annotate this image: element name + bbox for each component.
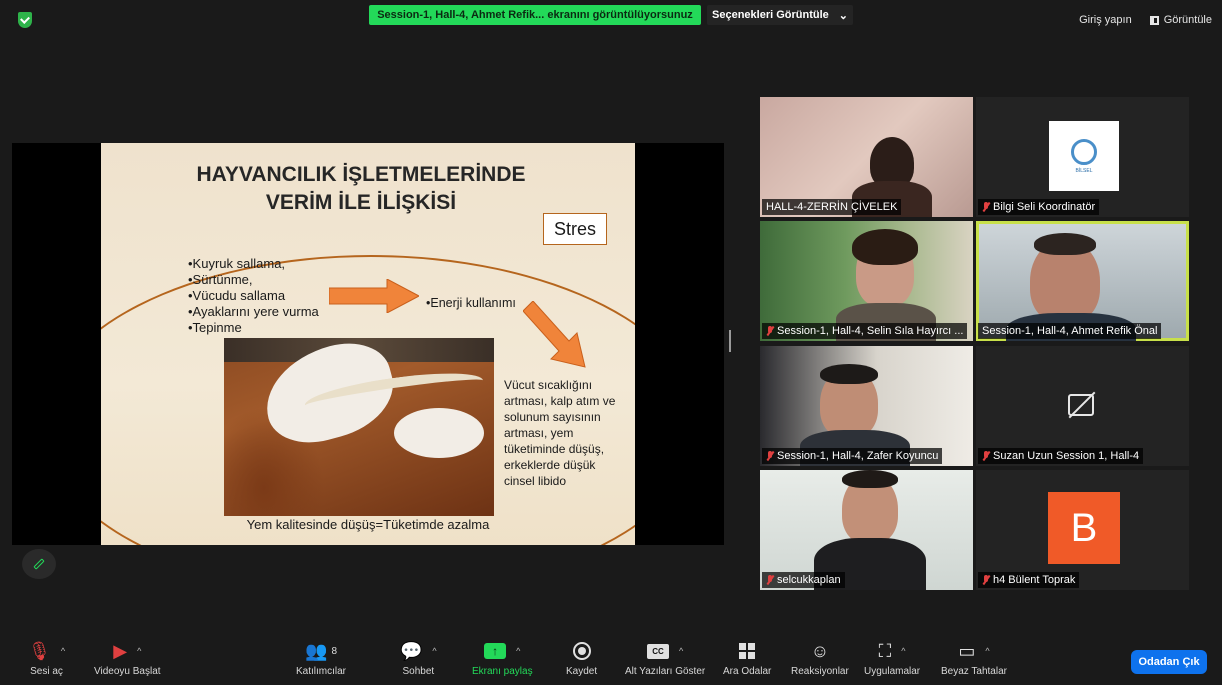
participant-tile[interactable]: Session-1, Hall-4, Zafer Koyuncu — [760, 346, 973, 466]
sign-in-link[interactable]: Giriş yapın — [1079, 14, 1132, 26]
mic-muted-icon — [766, 451, 774, 461]
chat-button[interactable]: 💬 ^ Sohbet — [400, 640, 437, 678]
slide-title: HAYVANCILIK İŞLETMELERİNDE VERİM İLE İLİ… — [171, 161, 551, 217]
slide-title-line1: HAYVANCILIK İŞLETMELERİNDE — [196, 163, 526, 186]
participant-tile[interactable]: BİLSEL Bilgi Seli Koordinatör — [976, 97, 1189, 217]
record-button[interactable]: Kaydet — [566, 640, 597, 677]
chevron-up-icon[interactable]: ^ — [901, 646, 905, 656]
stress-effects-text: Vücut sıcaklığını artması, kalp atım ve … — [504, 378, 616, 488]
participant-name-label: Session-1, Hall-4, Zafer Koyuncu — [762, 448, 943, 464]
participant-name-label: Session-1, Hall-4, Selin Sıla Hayırcı ..… — [762, 323, 968, 339]
meeting-toolbar: 🎙 ^ Sesi aç ▶ ^ Videoyu Başlat 👥 8 Katılımc… — [0, 632, 1222, 685]
participant-tile[interactable]: Suzan Uzun Session 1, Hall-4 — [976, 346, 1189, 466]
bullet-item: •Kuyruk sallama, — [188, 256, 286, 271]
avatar: B — [1048, 492, 1120, 564]
chevron-up-icon[interactable]: ^ — [516, 646, 520, 656]
participant-tile[interactable]: selcukkaplan — [760, 470, 973, 590]
participant-tile-active-speaker[interactable]: Session-1, Hall-4, Ahmet Refik Önal — [976, 221, 1189, 341]
mic-muted-icon — [982, 202, 990, 212]
start-video-button[interactable]: ▶ ^ Videoyu Başlat — [94, 640, 161, 678]
whiteboard-button[interactable]: ▭ ^ Beyaz Tahtalar — [941, 640, 1007, 678]
leave-meeting-button[interactable]: Odadan Çık — [1131, 650, 1207, 674]
chevron-up-icon[interactable]: ^ — [985, 646, 989, 656]
mic-muted-icon: 🎙 — [28, 640, 51, 661]
chat-bubble-icon: 💬 — [400, 640, 423, 661]
breakout-grid-icon — [739, 643, 756, 659]
view-button-label: Görüntüle — [1163, 14, 1212, 26]
video-off-icon: ▶ — [113, 640, 128, 661]
participant-name-label: Session-1, Hall-4, Ahmet Refik Önal — [978, 323, 1162, 339]
bullet-item: •Vücudu sallama — [188, 288, 286, 303]
participant-name-label: Bilgi Seli Koordinatör — [978, 199, 1100, 215]
slide-footer-text: Yem kalitesinde düşüş=Tüketimde azalma — [246, 517, 490, 532]
unmute-button[interactable]: 🎙 ^ Sesi aç — [28, 640, 65, 678]
reactions-button[interactable]: ☺ Reaksiyonlar — [791, 640, 849, 678]
view-options-button[interactable]: Seçenekleri Görüntüle ⌄ — [707, 5, 853, 25]
chevron-up-icon[interactable]: ^ — [679, 646, 683, 656]
arrow-down-icon — [523, 301, 586, 368]
view-options-label: Seçenekleri Görüntüle — [712, 9, 829, 21]
energy-usage-text: •Enerji kullanımı — [426, 296, 516, 310]
participant-name-label: selcukkaplan — [762, 572, 845, 588]
arrow-right-icon — [329, 279, 419, 313]
participant-count-badge: 8 — [331, 645, 337, 657]
participant-name-label: Suzan Uzun Session 1, Hall-4 — [978, 448, 1144, 464]
bilsel-logo: BİLSEL — [1049, 121, 1119, 191]
bullet-item: •Ayaklarını yere vurma — [188, 304, 319, 319]
horse-photo — [224, 338, 494, 516]
screen-share-banner: Session-1, Hall-4, Ahmet Refik... ekranı… — [369, 5, 701, 25]
participants-button[interactable]: 👥 8 Katılımcılar — [296, 640, 346, 678]
mic-muted-icon — [766, 326, 774, 336]
panel-resize-handle[interactable] — [729, 330, 731, 352]
participant-name-label: h4 Bülent Toprak — [978, 572, 1080, 588]
breakout-rooms-button[interactable]: Ara Odalar — [723, 640, 771, 677]
shared-screen: HAYVANCILIK İŞLETMELERİNDE VERİM İLE İLİ… — [12, 143, 724, 545]
chevron-up-icon[interactable]: ^ — [137, 646, 141, 656]
smiley-plus-icon: ☺ — [810, 640, 830, 661]
presentation-slide: HAYVANCILIK İŞLETMELERİNDE VERİM İLE İLİ… — [101, 143, 635, 545]
stres-label: Stres — [543, 213, 607, 245]
participant-tile[interactable]: B h4 Bülent Toprak — [976, 470, 1189, 590]
share-screen-button[interactable]: ↑ ^ Ekranı paylaş — [472, 640, 533, 677]
mic-muted-icon — [982, 575, 990, 585]
share-arrow-up-icon: ↑ — [484, 643, 507, 659]
mic-muted-icon — [766, 575, 774, 585]
chevron-up-icon[interactable]: ^ — [61, 646, 65, 656]
security-shield-icon[interactable] — [18, 12, 32, 28]
bullet-item: •Tepinme — [188, 320, 242, 335]
video-off-icon — [1068, 394, 1094, 416]
people-icon: 👥 — [305, 640, 328, 661]
bullet-item: •Sürtünme, — [188, 272, 253, 287]
view-button[interactable]: Görüntüle — [1149, 14, 1212, 26]
closed-captions-icon: CC — [646, 643, 669, 659]
captions-button[interactable]: CC ^ Alt Yazıları Göster — [625, 640, 705, 677]
participant-tile[interactable]: HALL-4-ZERRİN ÇİVELEK — [760, 97, 973, 217]
participant-tile[interactable]: Session-1, Hall-4, Selin Sıla Hayırcı ..… — [760, 221, 973, 341]
layout-icon — [1149, 15, 1159, 25]
behavior-bullets: •Kuyruk sallama, •Sürtünme, •Vücudu sall… — [188, 256, 319, 336]
participant-name-label: HALL-4-ZERRİN ÇİVELEK — [762, 199, 902, 215]
annotate-pen-icon[interactable] — [22, 549, 56, 579]
apps-button[interactable]: ⛶ ^ Uygulamalar — [864, 640, 920, 678]
chevron-up-icon[interactable]: ^ — [432, 646, 436, 656]
apps-icon: ⛶ — [878, 640, 892, 661]
whiteboard-icon: ▭ — [958, 640, 976, 661]
record-icon — [572, 642, 591, 660]
mic-muted-icon — [982, 451, 990, 461]
slide-title-line2: VERİM İLE İLİŞKİSİ — [265, 191, 457, 214]
chevron-down-icon: ⌄ — [838, 9, 848, 22]
